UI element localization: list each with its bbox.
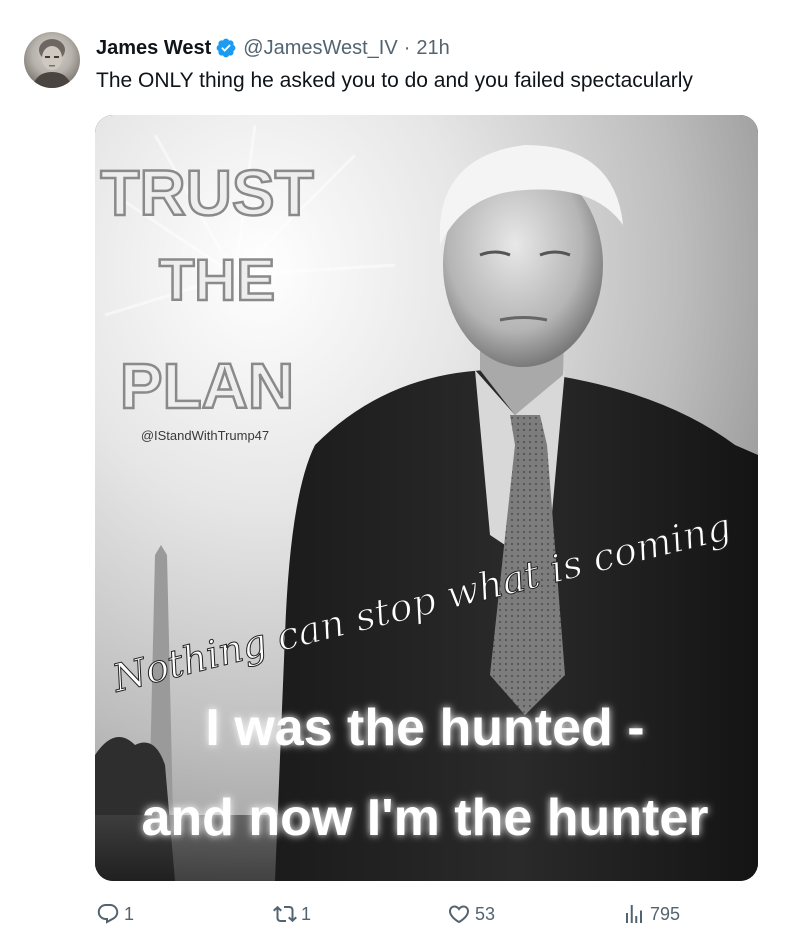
handle[interactable]: @JamesWest_IV [243, 37, 397, 60]
bottom-line-2: and now I'm the hunter [141, 789, 708, 847]
retweet-icon [273, 905, 297, 923]
user-avatar-icon [32, 39, 72, 88]
like-count: 53 [475, 903, 496, 924]
separator-dot: · [403, 36, 411, 59]
reply-count: 1 [124, 903, 135, 924]
headline-line-3: PLAN [120, 350, 294, 422]
headline-line-1: TRUST [100, 157, 313, 229]
timestamp[interactable]: 21h [416, 37, 449, 60]
heart-icon [448, 905, 470, 924]
display-name[interactable]: James West [96, 37, 211, 60]
like-button[interactable]: 53 [447, 896, 495, 932]
views-count: 795 [650, 903, 681, 924]
tweet-text: The ONLY thing he asked you to do and yo… [96, 69, 693, 92]
image-watermark: @IStandWithTrump47 [141, 428, 269, 443]
bottom-line-1: I was the hunted - [205, 699, 644, 757]
verified-badge-icon [215, 37, 237, 59]
tweet-header: James West @JamesWest_IV · 21h [96, 34, 450, 62]
tweet[interactable]: James West @JamesWest_IV · 21h The ONLY … [0, 0, 792, 938]
views-icon [626, 905, 642, 923]
views-button[interactable]: 795 [622, 896, 680, 932]
retweet-count: 1 [301, 903, 312, 924]
avatar[interactable] [24, 32, 80, 88]
retweet-button[interactable]: 1 [273, 896, 311, 932]
media-artwork: TRUST THE PLAN @IStandWithTrump47 Nothin… [95, 115, 758, 881]
tweet-actions: 1 1 53 795 [96, 896, 758, 932]
reply-icon [97, 904, 119, 924]
reply-button[interactable]: 1 [96, 896, 134, 932]
headline-line-2: THE [159, 248, 275, 313]
tweet-media-image[interactable]: TRUST THE PLAN @IStandWithTrump47 Nothin… [95, 115, 758, 881]
